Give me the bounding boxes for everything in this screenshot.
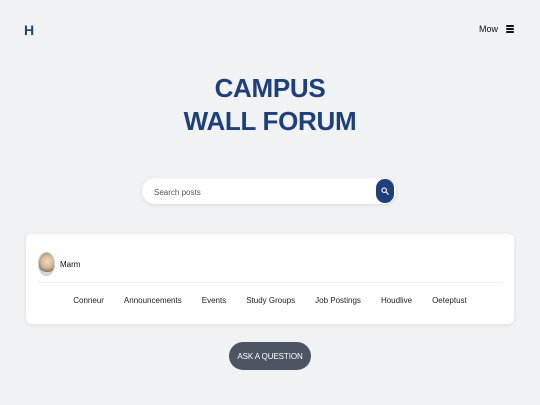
category-item-houdlive[interactable]: Houdlive <box>381 296 412 305</box>
search-input[interactable] <box>152 182 366 202</box>
avatar[interactable] <box>38 252 55 276</box>
category-nav: Conneur Announcements Events Study Group… <box>26 296 514 305</box>
header-user-name[interactable]: Mow <box>479 24 498 34</box>
search-bar <box>142 178 396 204</box>
card-divider <box>38 282 502 283</box>
card-user[interactable]: Marm <box>38 252 80 276</box>
page-title-line-1: CAMPUS <box>214 73 326 103</box>
category-item-study-groups[interactable]: Study Groups <box>246 296 295 305</box>
search-icon <box>381 187 389 195</box>
page-title: CAMPUS WALL FORUM <box>0 72 540 138</box>
category-item-oeteptust[interactable]: Oeteptust <box>432 296 467 305</box>
header-user-area: Mow <box>479 24 514 34</box>
category-item-job-postings[interactable]: Job Postings <box>315 296 361 305</box>
page-title-line-2: WALL FORUM <box>183 106 357 136</box>
ask-question-button[interactable]: ASK A QUESTION <box>229 342 311 370</box>
category-item-events[interactable]: Events <box>202 296 226 305</box>
forum-card: Marm Conneur Announcements Events Study … <box>26 234 514 324</box>
category-item-announcements[interactable]: Announcements <box>124 296 182 305</box>
hamburger-menu-icon[interactable] <box>506 25 514 33</box>
category-item-conneur[interactable]: Conneur <box>73 296 104 305</box>
card-user-name: Marm <box>60 259 81 269</box>
search-button[interactable] <box>376 179 394 203</box>
site-logo[interactable]: H <box>24 22 34 38</box>
